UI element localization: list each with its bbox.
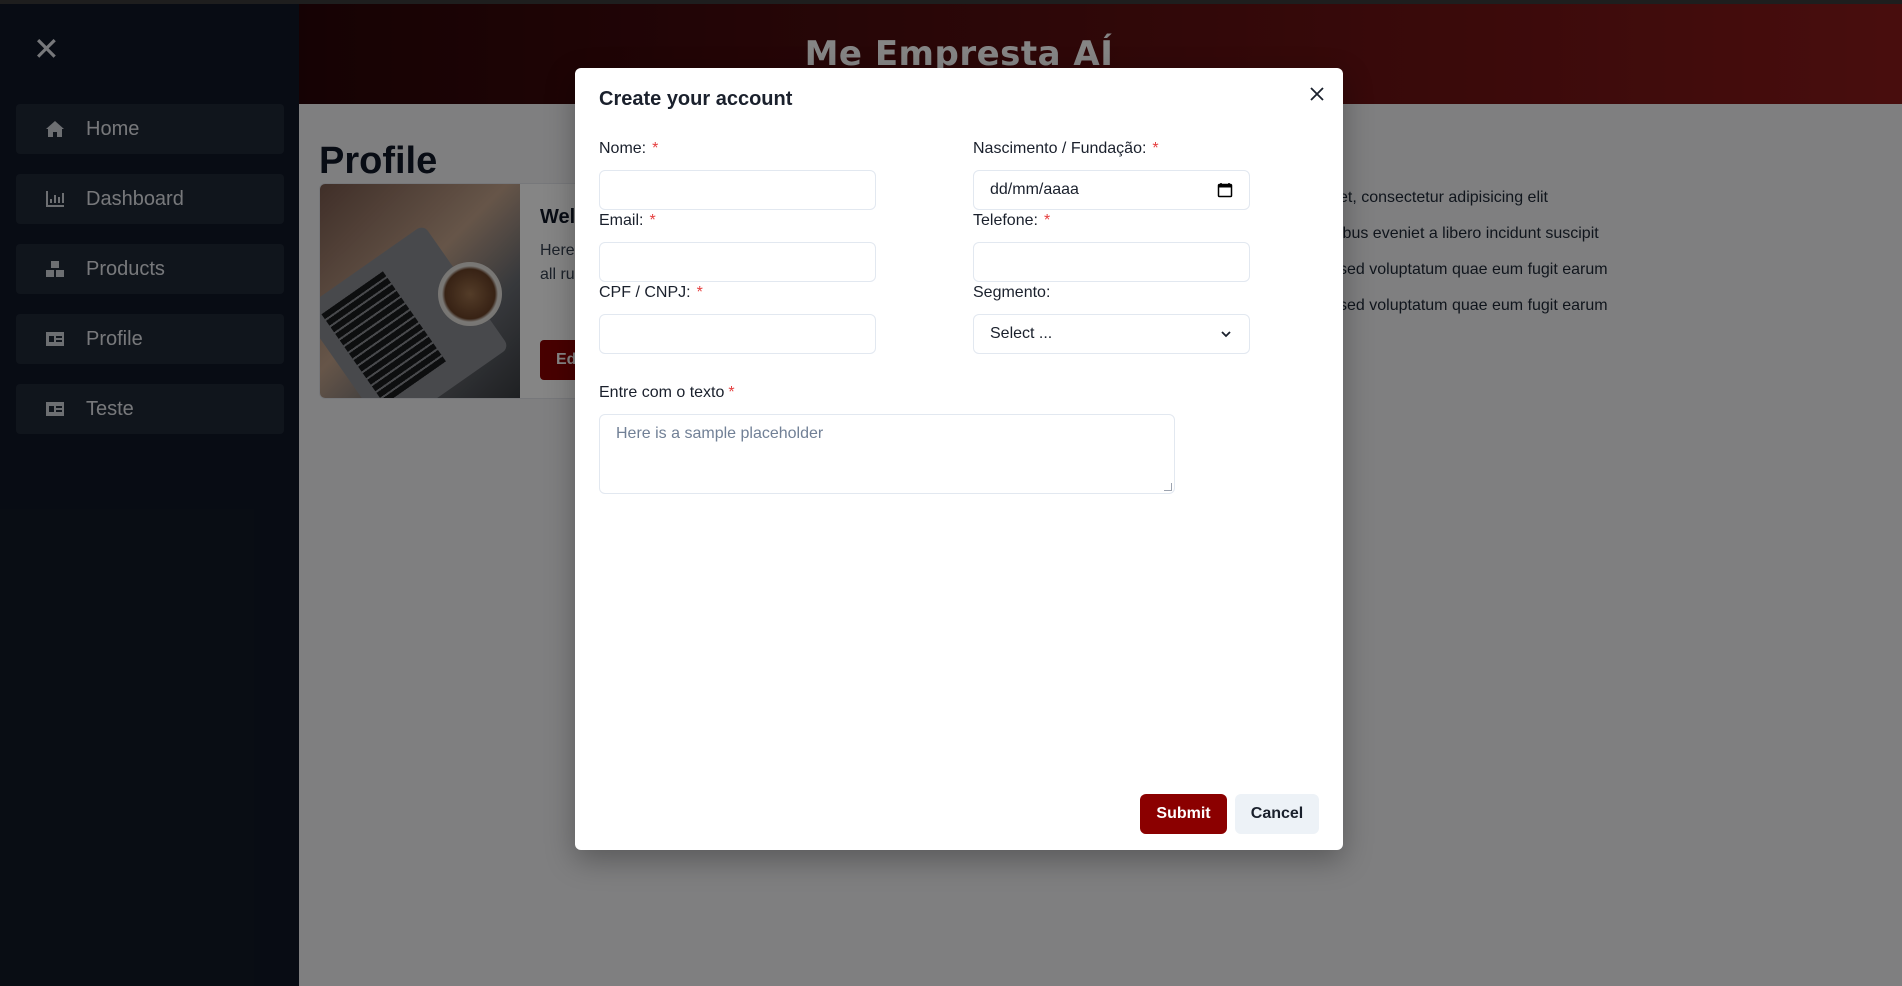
- date-value: dd/mm/aaaa: [990, 181, 1079, 198]
- required-mark: *: [1043, 212, 1051, 229]
- create-account-modal: Create your account Nome: * Nascimento / …: [575, 68, 1343, 850]
- required-mark: *: [1152, 140, 1159, 157]
- cancel-button[interactable]: Cancel: [1235, 794, 1319, 834]
- nome-input[interactable]: [599, 170, 876, 210]
- close-icon: [1310, 87, 1324, 101]
- nascimento-label: Nascimento / Fundação: *: [973, 140, 1159, 157]
- required-mark: *: [649, 212, 656, 229]
- segmento-label: Segmento:: [973, 284, 1051, 301]
- texto-label: Entre com o texto *: [599, 384, 735, 401]
- cpf-field[interactable]: [599, 314, 876, 354]
- email-field[interactable]: [599, 242, 876, 282]
- required-mark: *: [652, 140, 659, 157]
- submit-button[interactable]: Submit: [1140, 794, 1227, 834]
- modal-title: Create your account: [599, 88, 793, 110]
- cpf-label: CPF / CNPJ: *: [599, 284, 703, 301]
- telefone-label: Telefone: *: [973, 212, 1051, 229]
- textarea-placeholder: Here is a sample placeholder: [616, 425, 824, 442]
- resize-handle[interactable]: [1164, 483, 1172, 491]
- required-mark: *: [728, 384, 735, 401]
- nome-label: Nome: *: [599, 140, 659, 157]
- texto-textarea[interactable]: Here is a sample placeholder: [599, 414, 1175, 494]
- segmento-select[interactable]: Select ...: [973, 314, 1250, 354]
- email-label: Email: *: [599, 212, 656, 229]
- chevron-down-icon: [1221, 331, 1231, 338]
- select-value: Select ...: [990, 325, 1053, 342]
- required-mark: *: [696, 284, 703, 301]
- calendar-icon[interactable]: [1217, 182, 1233, 198]
- modal-close-button[interactable]: [1305, 82, 1329, 106]
- telefone-field[interactable]: [973, 242, 1250, 282]
- nascimento-date-input[interactable]: dd/mm/aaaa: [973, 170, 1250, 210]
